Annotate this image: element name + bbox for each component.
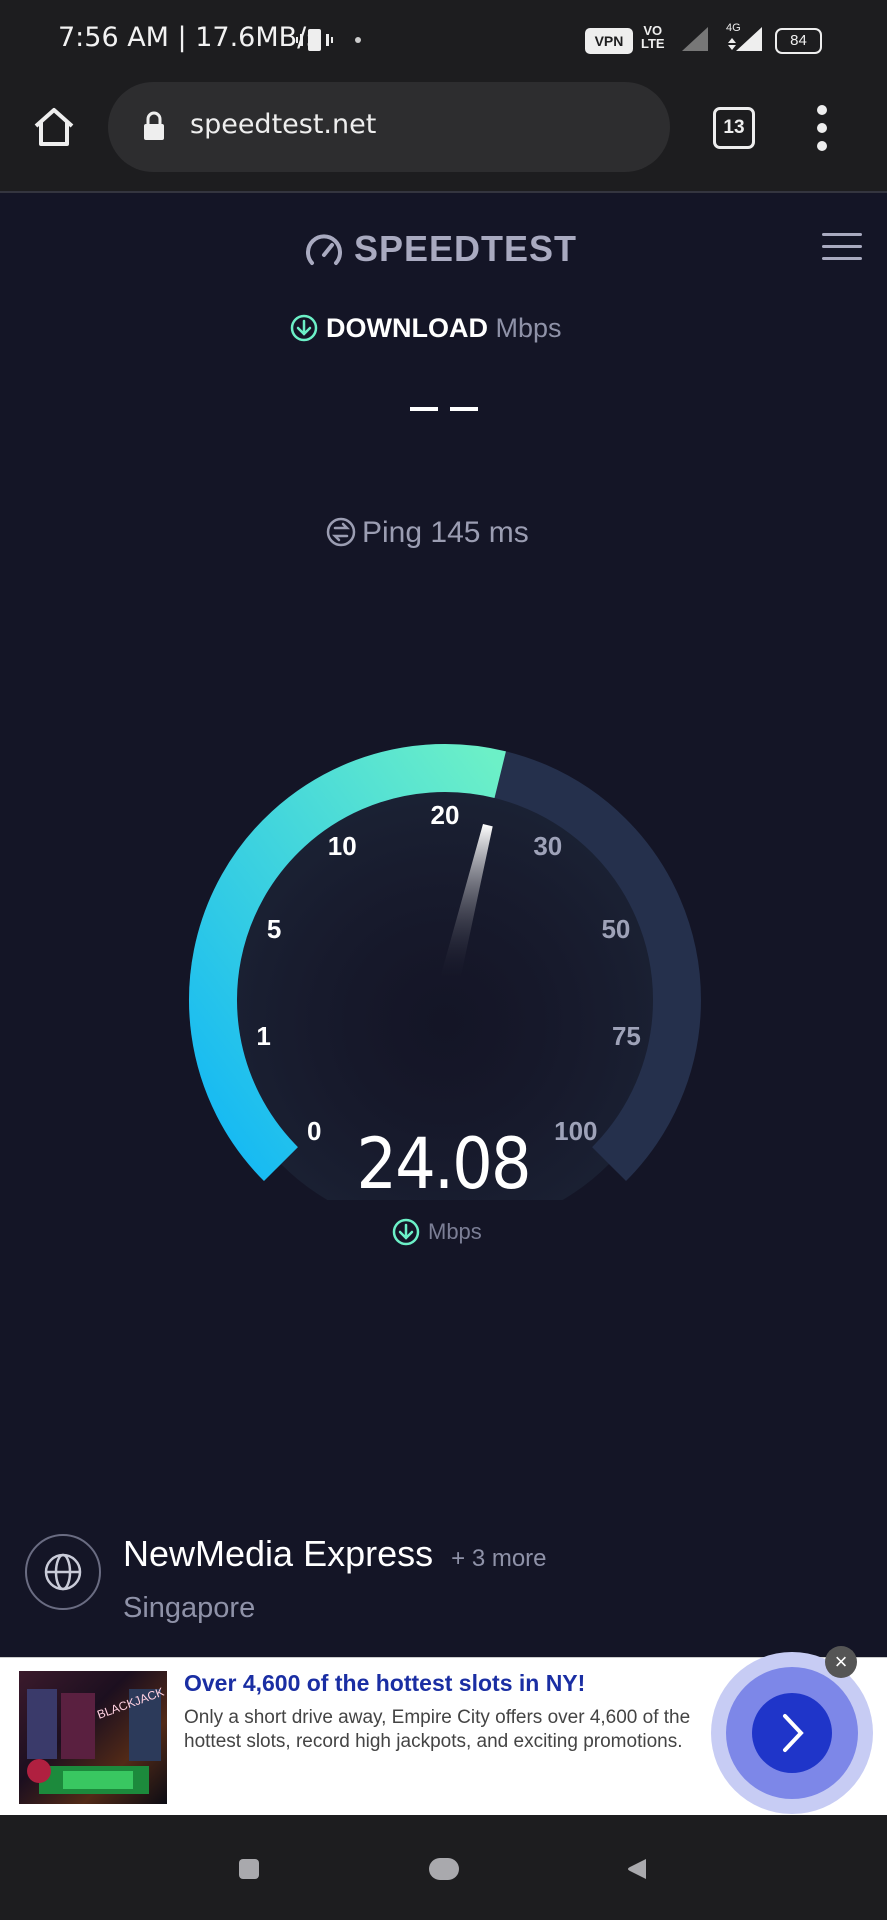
gauge-tick-label: 10 <box>328 831 357 861</box>
more-vert-icon[interactable] <box>815 104 829 152</box>
signal-icon-2 <box>728 27 762 51</box>
ad-close-button[interactable]: × <box>825 1646 857 1678</box>
ping-row: Ping 145 ms <box>326 516 529 550</box>
battery-indicator: 84 <box>775 28 822 54</box>
ad-cta-button[interactable] <box>711 1652 873 1814</box>
download-unit: Mbps <box>495 313 562 343</box>
speed-unit-row: Mbps <box>392 1218 482 1246</box>
home-icon[interactable] <box>32 105 76 149</box>
ping-label: Ping <box>362 516 423 549</box>
gauge-tick-label: 75 <box>612 1021 641 1051</box>
gauge-tick-label: 20 <box>431 800 460 830</box>
download-arrow-icon <box>290 314 318 342</box>
globe-icon <box>44 1553 82 1591</box>
lock-icon <box>144 111 164 140</box>
ping-unit: ms <box>488 516 529 549</box>
speedtest-logo-icon <box>306 234 342 265</box>
ad-body[interactable]: Only a short drive away, Empire City off… <box>184 1706 704 1754</box>
back-button-icon[interactable] <box>626 1857 648 1881</box>
home-nav-button-icon[interactable] <box>428 1857 460 1881</box>
server-location: Singapore <box>123 1592 256 1624</box>
ping-icon <box>326 517 356 547</box>
gauge-tick-label: 5 <box>267 914 281 944</box>
notification-dot-icon <box>355 37 361 43</box>
speed-unit: Mbps <box>428 1219 482 1244</box>
server-button[interactable] <box>25 1534 101 1610</box>
ad-image[interactable]: BLACKJACK <box>19 1671 167 1804</box>
gauge-tick-label: 50 <box>601 914 630 944</box>
current-speed-value: 24.08 <box>356 1124 531 1206</box>
ad-title[interactable]: Over 4,600 of the hottest slots in NY! <box>184 1670 585 1697</box>
tabs-button[interactable]: 13 <box>713 107 755 149</box>
download-arrow-icon <box>392 1218 420 1246</box>
ping-value: 145 <box>430 516 481 549</box>
server-more[interactable]: + 3 more <box>451 1545 546 1572</box>
recents-button-icon[interactable] <box>238 1858 260 1880</box>
download-result-placeholder <box>410 407 478 411</box>
url-text[interactable]: speedtest.net <box>190 109 376 140</box>
system-nav-bar <box>0 1815 887 1920</box>
server-name-row[interactable]: NewMedia Express + 3 more <box>123 1533 547 1575</box>
download-heading: DOWNLOAD Mbps <box>290 313 562 344</box>
chevron-right-icon <box>726 1667 858 1799</box>
status-time-speed: 7:56 AM | 17.6MB/s <box>58 22 321 53</box>
signal-icon-1 <box>682 27 708 51</box>
gauge-tick-label: 1 <box>256 1021 270 1051</box>
speedtest-logo[interactable]: SPEEDTEST <box>354 228 577 272</box>
server-name[interactable]: NewMedia Express <box>123 1533 433 1574</box>
download-label: DOWNLOAD <box>326 313 488 343</box>
gauge-tick-label: 30 <box>533 831 562 861</box>
vpn-badge: VPN <box>585 28 633 54</box>
slot-machine-image: BLACKJACK <box>27 1685 166 1794</box>
vibrate-icon <box>296 29 333 51</box>
hamburger-icon[interactable] <box>822 232 862 262</box>
volte-badge: VO LTE <box>641 23 665 51</box>
